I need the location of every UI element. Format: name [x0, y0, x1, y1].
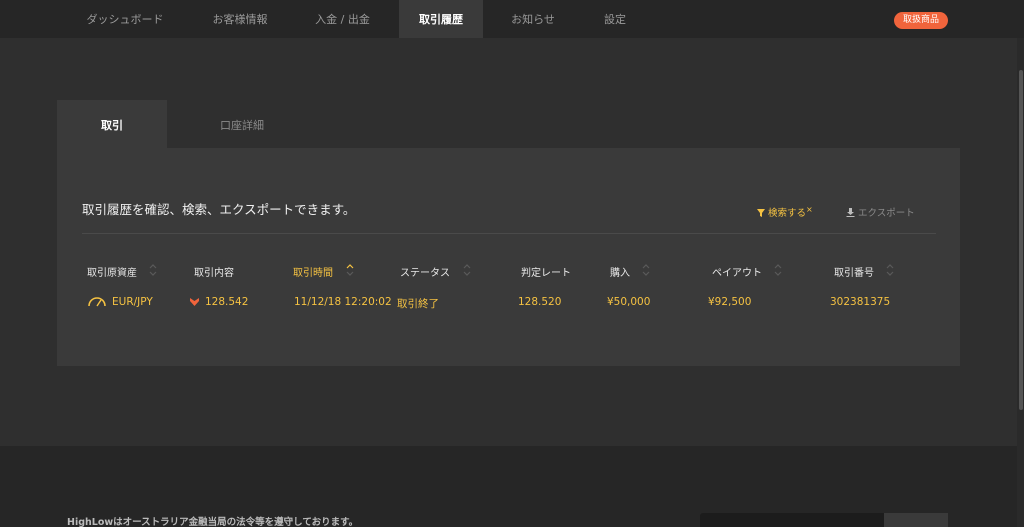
- cell-time: 11/12/18 12:20:02: [294, 296, 392, 308]
- top-nav: ダッシュボード お客様情報 入金 / 出金 取引履歴 お知らせ 設定 取扱商品: [0, 0, 1024, 38]
- col-header-payout[interactable]: ペイアウト: [712, 264, 762, 279]
- col-header-status[interactable]: ステータス: [400, 264, 450, 279]
- filter-clear-icon[interactable]: ×: [806, 205, 813, 214]
- tab-trades[interactable]: 取引: [57, 100, 167, 148]
- nav-customer-info[interactable]: お客様情報: [190, 0, 290, 38]
- sort-icon[interactable]: [462, 263, 472, 277]
- col-header-asset[interactable]: 取引原資産: [87, 264, 137, 279]
- col-header-trade-id[interactable]: 取引番号: [834, 264, 874, 279]
- down-arrow-icon: [190, 298, 199, 306]
- filter-label: 検索する: [768, 208, 807, 220]
- scrollbar-thumb[interactable]: [1019, 70, 1023, 410]
- export-label: エクスポート: [858, 208, 915, 219]
- panel-description: 取引履歴を確認、検索、エクスポートできます。: [82, 202, 356, 217]
- cell-rate: 128.542: [205, 296, 249, 308]
- cell-closing-rate: 128.520: [518, 296, 562, 308]
- download-icon: [846, 208, 855, 217]
- nav-dashboard[interactable]: ダッシュボード: [70, 0, 180, 38]
- cell-investment: ¥50,000: [607, 296, 651, 308]
- tab-account-details[interactable]: 口座詳細: [167, 100, 317, 148]
- sort-icon[interactable]: [885, 263, 895, 277]
- products-badge[interactable]: 取扱商品: [894, 12, 948, 29]
- nav-trade-history[interactable]: 取引履歴: [399, 0, 483, 38]
- cell-payout: ¥92,500: [708, 296, 752, 308]
- col-header-trade-content: 取引内容: [194, 268, 234, 279]
- nav-deposit-withdraw[interactable]: 入金 / 出金: [295, 0, 390, 38]
- filter-button[interactable]: 検索する×: [757, 205, 813, 219]
- footer-input[interactable]: [700, 513, 884, 527]
- col-header-investment[interactable]: 購入: [610, 264, 630, 279]
- cell-asset: EUR/JPY: [112, 296, 153, 308]
- gauge-icon: [88, 297, 106, 307]
- sort-icon[interactable]: [148, 263, 158, 277]
- sort-icon[interactable]: [773, 263, 783, 277]
- footer-compliance-text: HighLowはオーストラリア金融当局の法令等を遵守しております。: [67, 517, 359, 527]
- trade-history-panel: [57, 148, 960, 366]
- export-button[interactable]: エクスポート: [846, 205, 915, 219]
- panel-divider: [82, 233, 936, 234]
- col-header-trade-time[interactable]: 取引時間: [293, 264, 333, 279]
- nav-settings[interactable]: 設定: [585, 0, 645, 38]
- cell-trade-id: 302381375: [830, 296, 891, 308]
- sort-icon[interactable]: [641, 263, 651, 277]
- nav-notices[interactable]: お知らせ: [495, 0, 571, 38]
- footer-button[interactable]: [884, 513, 948, 527]
- cell-status: 取引終了: [397, 298, 439, 310]
- filter-icon: [757, 209, 765, 218]
- col-header-closing-rate: 判定レート: [521, 268, 571, 279]
- sort-icon[interactable]: [345, 263, 355, 277]
